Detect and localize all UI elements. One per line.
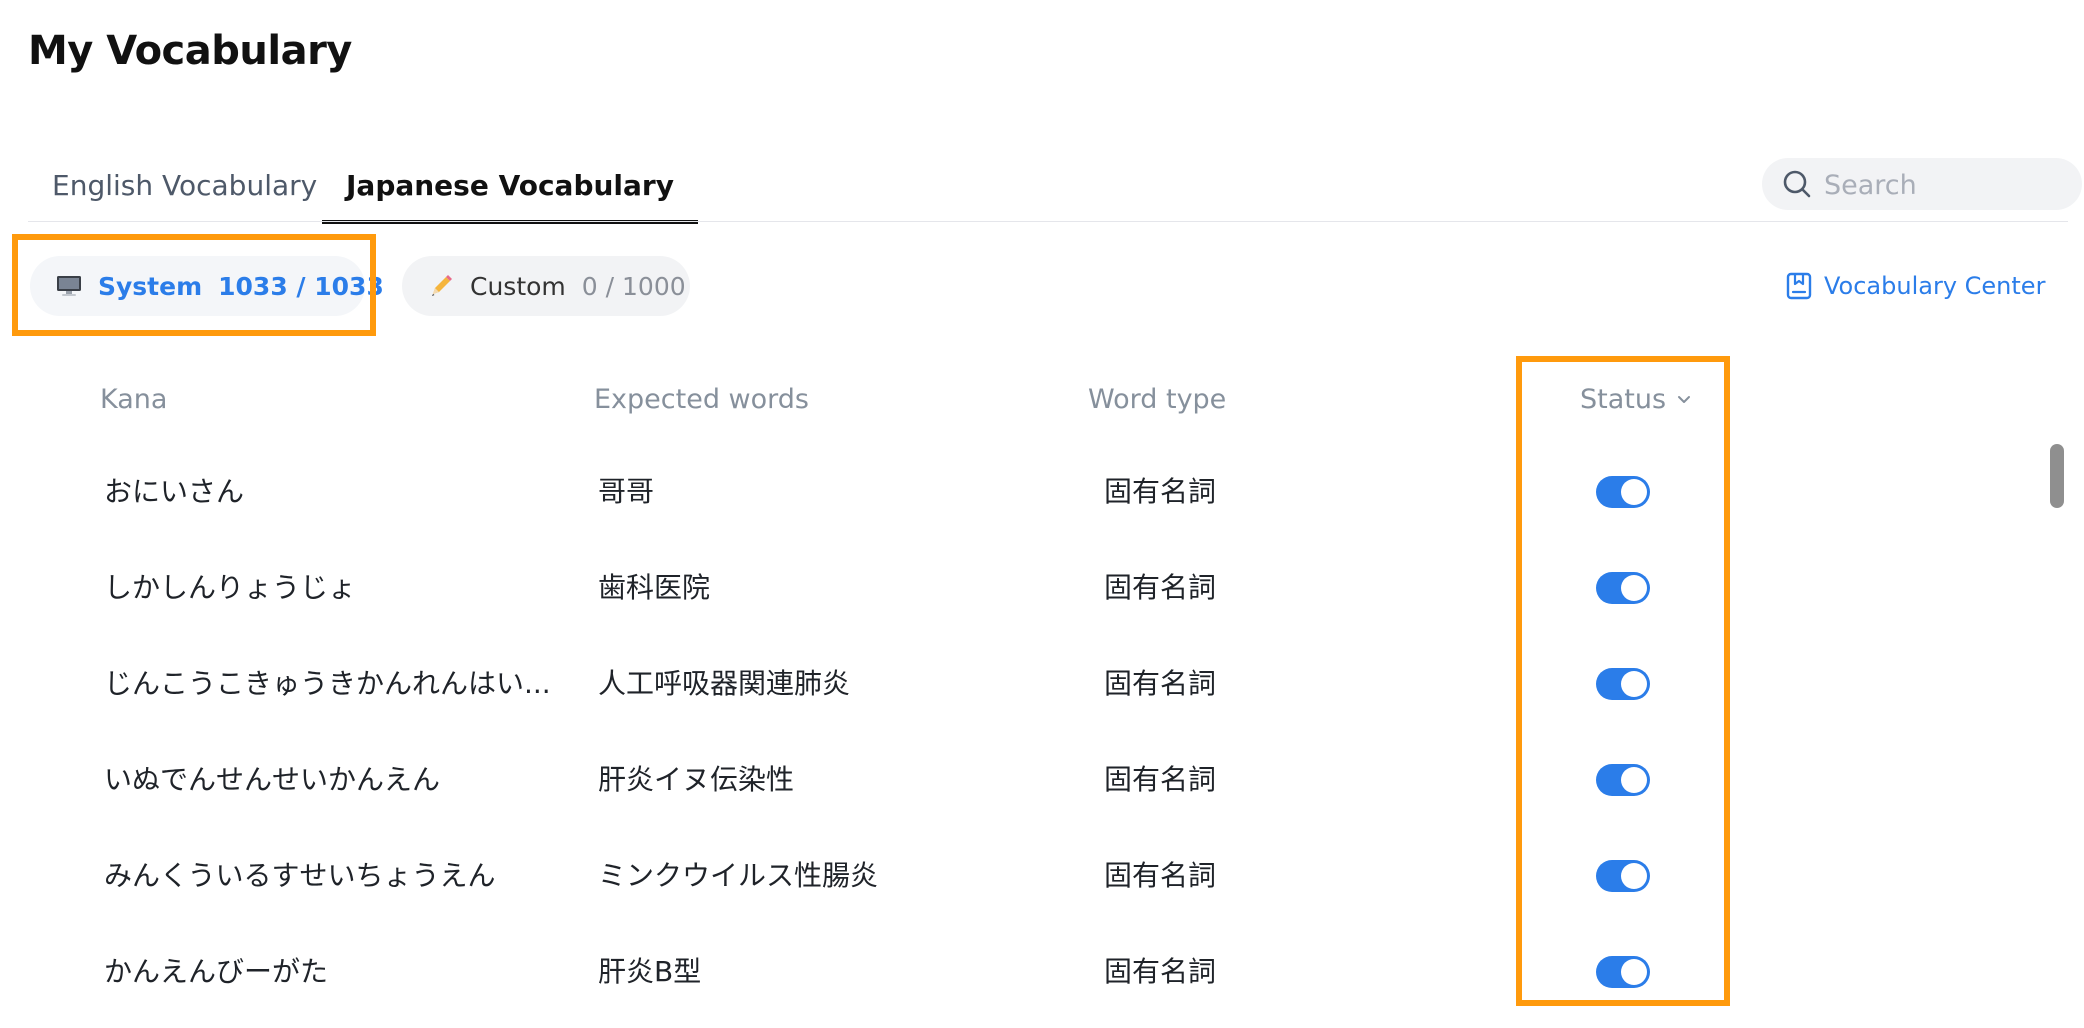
book-icon bbox=[1786, 272, 1812, 300]
cell-kana: しかしんりょうじょ bbox=[104, 571, 357, 604]
cell-expected-word: 歯科医院 bbox=[598, 571, 711, 604]
vertical-scrollbar[interactable] bbox=[2050, 444, 2064, 508]
toggle-knob bbox=[1621, 767, 1647, 793]
toggle-knob bbox=[1621, 863, 1647, 889]
filter-system-label: System bbox=[98, 271, 203, 301]
filter-custom-label: Custom bbox=[470, 271, 566, 301]
status-toggle[interactable] bbox=[1596, 764, 1650, 796]
vocabulary-center-label: Vocabulary Center bbox=[1824, 272, 2046, 300]
column-header-expected-words: Expected words bbox=[594, 384, 809, 415]
cell-kana: じんこうこきゅうきかんれんはい... bbox=[104, 667, 551, 700]
filter-system-button[interactable]: System 1033 / 1033 bbox=[30, 256, 384, 316]
chevron-down-icon bbox=[1678, 395, 1691, 403]
cell-expected-word: ミンクウイルス性腸炎 bbox=[598, 859, 879, 892]
status-header-label: Status bbox=[1580, 384, 1667, 415]
table-row: かんえんびーがた 肝炎B型 固有名詞 bbox=[0, 924, 2084, 1020]
column-header-status[interactable]: Status bbox=[1580, 384, 1692, 415]
search-box[interactable] bbox=[1762, 158, 2082, 212]
table-row: いぬでんせんせいかんえん 肝炎イヌ伝染性 固有名詞 bbox=[0, 732, 2084, 828]
cell-expected-word: 肝炎B型 bbox=[598, 955, 702, 988]
toggle-knob bbox=[1621, 575, 1647, 601]
tab-japanese-vocabulary[interactable]: Japanese Vocabulary bbox=[322, 152, 698, 224]
toggle-knob bbox=[1621, 479, 1647, 505]
cell-word-type: 固有名詞 bbox=[1104, 667, 1217, 700]
table-row: おにいさん 哥哥 固有名詞 bbox=[0, 444, 2084, 540]
page-title: My Vocabulary bbox=[28, 28, 352, 74]
vocabulary-center-link[interactable]: Vocabulary Center bbox=[1786, 268, 2045, 304]
tab-english-vocabulary[interactable]: English Vocabulary bbox=[28, 152, 341, 220]
status-toggle[interactable] bbox=[1596, 956, 1650, 988]
cell-word-type: 固有名詞 bbox=[1104, 475, 1217, 508]
tabs-divider bbox=[28, 221, 2068, 222]
pencil-icon bbox=[428, 273, 454, 299]
status-toggle[interactable] bbox=[1596, 476, 1650, 508]
search-icon bbox=[1782, 169, 1812, 199]
column-header-kana: Kana bbox=[100, 384, 168, 415]
column-header-word-type: Word type bbox=[1088, 384, 1227, 415]
cell-kana: おにいさん bbox=[104, 475, 245, 508]
cell-word-type: 固有名詞 bbox=[1104, 859, 1217, 892]
cell-kana: みんくういるすせいちょうえん bbox=[104, 859, 496, 892]
table-row: しかしんりょうじょ 歯科医院 固有名詞 bbox=[0, 540, 2084, 636]
table-row: じんこうこきゅうきかんれんはい... 人工呼吸器関連肺炎 固有名詞 bbox=[0, 636, 2084, 732]
status-toggle[interactable] bbox=[1596, 860, 1650, 892]
filter-custom-button[interactable]: Custom 0 / 1000 bbox=[402, 256, 690, 316]
cell-word-type: 固有名詞 bbox=[1104, 763, 1217, 796]
cell-expected-word: 肝炎イヌ伝染性 bbox=[598, 763, 795, 796]
status-toggle[interactable] bbox=[1596, 572, 1650, 604]
cell-word-type: 固有名詞 bbox=[1104, 955, 1217, 988]
cell-word-type: 固有名詞 bbox=[1104, 571, 1217, 604]
table-row: みんくういるすせいちょうえん ミンクウイルス性腸炎 固有名詞 bbox=[0, 828, 2084, 924]
cell-expected-word: 哥哥 bbox=[598, 475, 655, 508]
toggle-knob bbox=[1621, 671, 1647, 697]
cell-kana: かんえんびーがた bbox=[104, 955, 329, 988]
search-input[interactable] bbox=[1822, 158, 2066, 212]
status-toggle[interactable] bbox=[1596, 668, 1650, 700]
cell-expected-word: 人工呼吸器関連肺炎 bbox=[598, 667, 851, 700]
cell-kana: いぬでんせんせいかんえん bbox=[104, 763, 441, 796]
toggle-knob bbox=[1621, 959, 1647, 985]
filter-custom-count: 0 / 1000 bbox=[581, 271, 686, 301]
monitor-icon bbox=[56, 275, 82, 297]
filter-system-count: 1033 / 1033 bbox=[218, 271, 384, 301]
